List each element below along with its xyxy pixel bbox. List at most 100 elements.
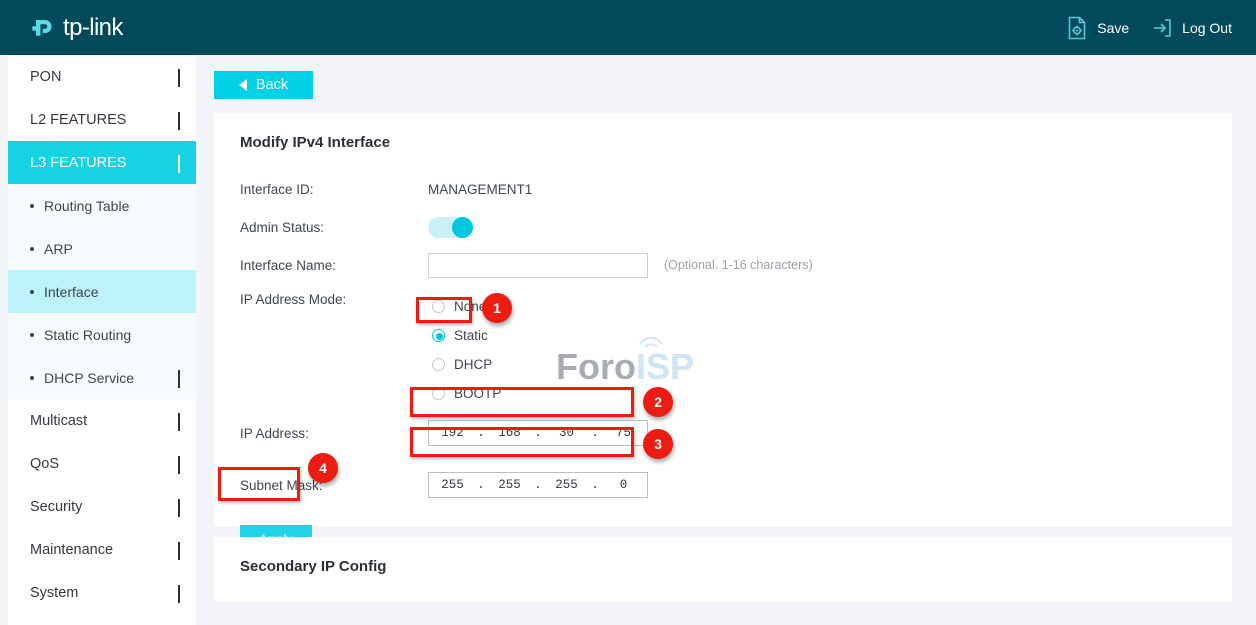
chevron-right-icon — [178, 413, 180, 429]
sidebar-item-maintenance[interactable]: Maintenance — [8, 528, 196, 571]
ip-dot: . — [476, 426, 486, 440]
sidebar-label-pon: PON — [30, 69, 61, 85]
radio-bootp[interactable]: BOOTP — [428, 379, 507, 408]
tp-link-logo[interactable]: tp-link — [28, 13, 123, 43]
radio-static[interactable]: Static — [428, 321, 494, 350]
mask-octet-2[interactable]: 255 — [486, 478, 533, 492]
sidebar-label-qos: QoS — [30, 456, 59, 472]
sidebar-label-l3-features: L3 FEATURES — [30, 155, 126, 171]
logout-label: Log Out — [1182, 20, 1232, 36]
bullet-icon — [30, 247, 34, 251]
ip-address-input[interactable]: 192 . 168 . 30 . 75 — [428, 420, 648, 446]
sidebar-item-interface[interactable]: Interface — [8, 270, 196, 313]
ip-dot: . — [590, 478, 600, 492]
subnet-mask-label: Subnet Mask: — [240, 478, 428, 493]
chevron-right-icon — [178, 370, 180, 386]
sidebar-nav: PON L2 FEATURES L3 FEATURES Routing Tabl… — [8, 55, 196, 625]
save-label: Save — [1097, 20, 1129, 36]
sidebar-label-arp: ARP — [44, 241, 73, 257]
sidebar-label-system: System — [30, 585, 78, 601]
sidebar-label-interface: Interface — [44, 284, 98, 300]
ip-mode-label: IP Address Mode: — [240, 292, 428, 307]
admin-status-toggle[interactable] — [428, 217, 473, 238]
sidebar-label-routing-table: Routing Table — [44, 198, 129, 214]
interface-id-value: MANAGEMENT1 — [428, 182, 532, 197]
page-title: Modify IPv4 Interface — [214, 113, 1232, 170]
sidebar-item-security[interactable]: Security — [8, 485, 196, 528]
sidebar-item-routing-table[interactable]: Routing Table — [8, 184, 196, 227]
back-button[interactable]: Back — [214, 71, 313, 99]
bullet-icon — [30, 204, 34, 208]
logout-button[interactable]: Log Out — [1151, 16, 1232, 40]
ip-dot: . — [533, 426, 543, 440]
radio-none-label: None — [454, 299, 486, 314]
ip-address-label: IP Address: — [240, 426, 428, 441]
interface-id-label: Interface ID: — [240, 182, 428, 197]
ip-octet-1[interactable]: 192 — [429, 426, 476, 440]
radio-circle-selected-icon — [432, 329, 445, 342]
sidebar-label-multicast: Multicast — [30, 413, 87, 429]
secondary-ip-config-card: Secondary IP Config — [214, 537, 1232, 601]
tp-link-logo-text: tp-link — [63, 14, 123, 42]
ip-octet-3[interactable]: 30 — [543, 426, 590, 440]
ip-dot: . — [533, 478, 543, 492]
admin-status-row: Admin Status: — [240, 208, 1232, 246]
sidebar-label-maintenance: Maintenance — [30, 542, 113, 558]
sidebar-item-pon[interactable]: PON — [8, 55, 196, 98]
mask-octet-3[interactable]: 255 — [543, 478, 590, 492]
toggle-knob — [452, 217, 473, 238]
chevron-right-icon — [178, 112, 180, 128]
interface-name-row: Interface Name: (Optional. 1-16 characte… — [240, 246, 1232, 284]
sidebar-item-arp[interactable]: ARP — [8, 227, 196, 270]
sidebar-item-static-routing[interactable]: Static Routing — [8, 313, 196, 356]
interface-id-row: Interface ID: MANAGEMENT1 — [240, 170, 1232, 208]
ip-mode-row: IP Address Mode: None Static DHCP — [240, 284, 1232, 408]
sidebar-item-qos[interactable]: QoS — [8, 442, 196, 485]
ip-dot: . — [590, 426, 600, 440]
mask-octet-4[interactable]: 0 — [600, 478, 647, 492]
chevron-right-icon — [178, 585, 180, 601]
ip-address-mode-group: None Static DHCP BOOTP — [428, 292, 507, 408]
chevron-right-icon — [178, 499, 180, 515]
sidebar-label-static-routing: Static Routing — [44, 327, 131, 343]
page-body: PON L2 FEATURES L3 FEATURES Routing Tabl… — [0, 55, 1256, 625]
subnet-mask-input[interactable]: 255 . 255 . 255 . 0 — [428, 472, 648, 498]
ip-address-row: IP Address: 192 . 168 . 30 . 75 — [240, 414, 1232, 452]
sidebar-label-dhcp-service: DHCP Service — [44, 370, 134, 386]
logout-arrow-icon — [1151, 16, 1173, 40]
chevron-down-icon — [178, 155, 180, 171]
main-content: Back Modify IPv4 Interface Interface ID:… — [196, 55, 1256, 625]
sidebar-item-l3-features[interactable]: L3 FEATURES — [8, 141, 196, 184]
sidebar-item-dhcp-service[interactable]: DHCP Service — [8, 356, 196, 399]
radio-dhcp[interactable]: DHCP — [428, 350, 498, 379]
interface-name-input[interactable] — [428, 253, 648, 278]
radio-none[interactable]: None — [428, 292, 492, 321]
ip-octet-4[interactable]: 75 — [600, 426, 647, 440]
sidebar-item-multicast[interactable]: Multicast — [8, 399, 196, 442]
app-header: tp-link Save — [0, 0, 1256, 55]
ipv4-interface-form: Interface ID: MANAGEMENT1 Admin Status: … — [214, 170, 1232, 558]
sidebar-label-security: Security — [30, 499, 82, 515]
mask-octet-1[interactable]: 255 — [429, 478, 476, 492]
radio-circle-icon — [432, 358, 445, 371]
sidebar-item-system[interactable]: System — [8, 571, 196, 614]
chevron-right-icon — [178, 542, 180, 558]
bullet-icon — [30, 376, 34, 380]
secondary-ip-config-title: Secondary IP Config — [214, 537, 1232, 594]
modify-ipv4-interface-card: Modify IPv4 Interface Interface ID: MANA… — [214, 113, 1232, 526]
radio-dhcp-label: DHCP — [454, 357, 492, 372]
ip-octet-2[interactable]: 168 — [486, 426, 533, 440]
ip-dot: . — [476, 478, 486, 492]
chevron-right-icon — [178, 69, 180, 85]
subnet-mask-row: Subnet Mask: 255 . 255 . 255 . 0 — [240, 466, 1232, 504]
chevron-right-icon — [178, 456, 180, 472]
radio-static-label: Static — [454, 328, 488, 343]
interface-name-label: Interface Name: — [240, 258, 428, 273]
save-button[interactable]: Save — [1066, 16, 1129, 40]
bullet-icon — [30, 333, 34, 337]
sidebar-item-l2-features[interactable]: L2 FEATURES — [8, 98, 196, 141]
admin-status-label: Admin Status: — [240, 220, 428, 235]
document-gear-icon — [1066, 16, 1088, 40]
triangle-left-icon — [239, 79, 247, 91]
back-label: Back — [256, 77, 288, 93]
